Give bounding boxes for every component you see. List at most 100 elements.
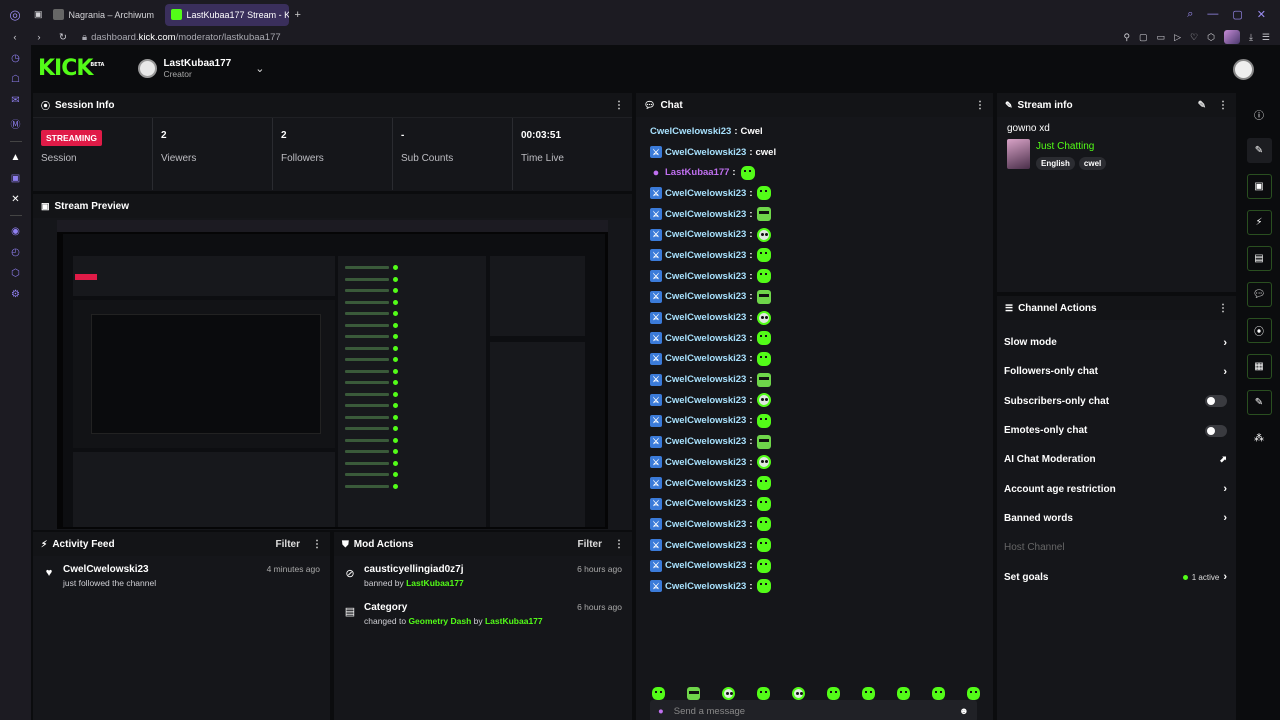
sidebar-mail-icon[interactable]: Ⓜ — [11, 116, 21, 131]
edit-icon[interactable]: ✎ — [1198, 100, 1206, 111]
chat-message[interactable]: ⚔ CwelCwelowski23: — [650, 349, 993, 370]
sidebar-history-icon[interactable]: ◷ — [11, 53, 20, 64]
sidebar-settings-icon[interactable]: ⚙ — [11, 289, 20, 300]
chat-username[interactable]: CwelCwelowski23 — [665, 395, 746, 406]
layout-widget-icon[interactable]: ▦ — [1246, 354, 1272, 379]
forward-icon[interactable]: › — [30, 32, 48, 43]
tab-kick-stream[interactable]: LastKubaa177 Stream - Ki — [164, 3, 289, 26]
notes-widget-icon[interactable]: ▤ — [1246, 246, 1272, 271]
quick-emote-icon[interactable] — [792, 687, 805, 700]
close-window-icon[interactable]: ✕ — [1257, 8, 1266, 21]
quick-emote-icon[interactable] — [652, 687, 665, 700]
play-icon[interactable]: ▷ — [1174, 32, 1181, 43]
chat-message[interactable]: ⚔ CwelCwelowski23: — [650, 183, 993, 204]
back-icon[interactable]: ‹ — [6, 32, 24, 43]
chat-message[interactable]: ⚔ CwelCwelowski23: cwel — [650, 142, 993, 163]
more-options-icon[interactable]: ⋮ — [975, 100, 985, 111]
pin-icon[interactable]: ⚲ — [1123, 32, 1130, 43]
broadcast-widget-icon[interactable]: ⦿ — [1246, 318, 1272, 343]
chat-username[interactable]: CwelCwelowski23 — [665, 312, 746, 323]
sidebar-extension-icon[interactable]: ⬡ — [11, 268, 20, 279]
menu-icon[interactable]: ☰ — [1262, 32, 1270, 43]
chat-username[interactable]: CwelCwelowski23 — [665, 498, 746, 509]
filter-button[interactable]: Filter — [276, 539, 300, 550]
channel-switcher[interactable]: LastKubaa177 Creator ⌄ — [138, 58, 264, 79]
heart-icon[interactable]: ♡ — [1190, 32, 1198, 43]
chat-message[interactable]: ⚔ CwelCwelowski23: — [650, 369, 993, 390]
more-options-icon[interactable]: ⋮ — [312, 539, 322, 550]
reader-icon[interactable]: ▭ — [1157, 32, 1166, 43]
quick-emote-icon[interactable] — [722, 687, 735, 700]
chat-username[interactable]: CwelCwelowski23 — [665, 540, 746, 551]
chat-username[interactable]: CwelCwelowski23 — [665, 209, 746, 220]
followers-only-row[interactable]: Followers-only chat › — [997, 357, 1236, 386]
chat-message[interactable]: ⚔ CwelCwelowski23: — [650, 514, 993, 535]
reload-icon[interactable]: ↻ — [54, 32, 72, 43]
quick-emote-icon[interactable] — [827, 687, 840, 700]
chat-message[interactable]: ⚔ CwelCwelowski23: — [650, 411, 993, 432]
stream-preview-video[interactable] — [57, 220, 608, 529]
chat-username[interactable]: CwelCwelowski23 — [665, 250, 746, 261]
user-menu-avatar[interactable] — [1233, 59, 1254, 80]
chat-message[interactable]: ⚔ CwelCwelowski23: — [650, 452, 993, 473]
chat-message[interactable]: ⚔ CwelCwelowski23: — [650, 307, 993, 328]
chat-widget-icon[interactable]: 💬︎ — [1246, 282, 1272, 307]
chat-username[interactable]: CwelCwelowski23 — [665, 229, 746, 240]
kick-logo[interactable]: KICK BETA — [38, 56, 104, 81]
user-link[interactable]: LastKubaa177 — [406, 578, 464, 588]
chat-message[interactable]: ⚔ CwelCwelowski23: — [650, 287, 993, 308]
more-options-icon[interactable]: ⋮ — [1218, 100, 1228, 111]
chat-message[interactable]: ⚔ CwelCwelowski23: — [650, 431, 993, 452]
chevron-down-icon[interactable]: ⌄ — [255, 62, 264, 75]
account-age-row[interactable]: Account age restriction › — [997, 474, 1236, 503]
subscribers-only-toggle[interactable] — [1205, 395, 1227, 408]
quick-emote-icon[interactable] — [967, 687, 980, 700]
chat-message[interactable]: ⚔ CwelCwelowski23: — [650, 390, 993, 411]
chat-message[interactable]: ● LastKubaa177: — [650, 162, 993, 183]
chat-username[interactable]: CwelCwelowski23 — [665, 353, 746, 364]
sidebar-player-icon[interactable]: ◉ — [11, 226, 20, 237]
chat-message[interactable]: CwelCwelowski23: Cwel — [650, 121, 993, 142]
browser-logo-icon[interactable]: ◎ — [0, 7, 30, 23]
chat-message[interactable]: ⚔ CwelCwelowski23: — [650, 576, 993, 597]
game-link[interactable]: Geometry Dash — [408, 616, 471, 626]
chat-message[interactable]: ⚔ CwelCwelowski23: — [650, 535, 993, 556]
more-options-icon[interactable]: ⋮ — [614, 100, 624, 111]
slow-mode-row[interactable]: Slow mode › — [997, 328, 1236, 357]
download-icon[interactable]: ⤓ — [1249, 32, 1253, 43]
chat-username[interactable]: CwelCwelowski23 — [665, 415, 746, 426]
emotes-only-toggle[interactable] — [1205, 424, 1227, 437]
search-icon[interactable]: ⌕ — [1187, 8, 1193, 21]
tools-widget-icon[interactable]: ✎ — [1246, 390, 1272, 415]
tag-badge[interactable]: cwel — [1078, 157, 1107, 170]
minimize-icon[interactable]: — — [1207, 8, 1218, 21]
chat-message[interactable]: ⚔ CwelCwelowski23: — [650, 245, 993, 266]
more-options-icon[interactable]: ⋮ — [1218, 303, 1228, 314]
chat-message[interactable]: ⚔ CwelCwelowski23: — [650, 328, 993, 349]
quick-emote-icon[interactable] — [757, 687, 770, 700]
activity-widget-icon[interactable]: ⚡︎ — [1246, 210, 1272, 235]
new-tab-button[interactable]: + — [289, 9, 307, 21]
quick-emote-icon[interactable] — [862, 687, 875, 700]
chat-username[interactable]: CwelCwelowski23 — [650, 126, 731, 137]
chat-message[interactable]: ⚔ CwelCwelowski23: — [650, 555, 993, 576]
chat-username[interactable]: CwelCwelowski23 — [665, 560, 746, 571]
maximize-icon[interactable]: ▢ — [1232, 8, 1242, 21]
sidebar-x-icon[interactable]: ✕ — [11, 194, 19, 205]
tab-nagrania[interactable]: Nagrania – Archiwum — [47, 4, 165, 26]
quick-emote-icon[interactable] — [932, 687, 945, 700]
chat-username[interactable]: CwelCwelowski23 — [665, 291, 746, 302]
quick-emote-icon[interactable] — [687, 687, 700, 700]
sidebar-clock-icon[interactable]: ◴ — [11, 247, 20, 258]
set-goals-row[interactable]: Set goals 1 active › — [997, 562, 1236, 591]
sidebar-bookmark-icon[interactable]: ☖ — [11, 74, 20, 85]
chat-username[interactable]: CwelCwelowski23 — [665, 436, 746, 447]
widgets-icon[interactable]: ⁂ — [1247, 426, 1272, 451]
chat-username[interactable]: CwelCwelowski23 — [665, 333, 746, 344]
category-link[interactable]: Just Chatting — [1036, 141, 1106, 152]
quick-emote-icon[interactable] — [897, 687, 910, 700]
ai-moderation-row[interactable]: AI Chat Moderation ⬈ — [997, 445, 1236, 474]
banned-words-row[interactable]: Banned words › — [997, 504, 1236, 533]
chat-message[interactable]: ⚔ CwelCwelowski23: — [650, 224, 993, 245]
sidebar-app-icon[interactable]: ▲ — [11, 152, 21, 163]
